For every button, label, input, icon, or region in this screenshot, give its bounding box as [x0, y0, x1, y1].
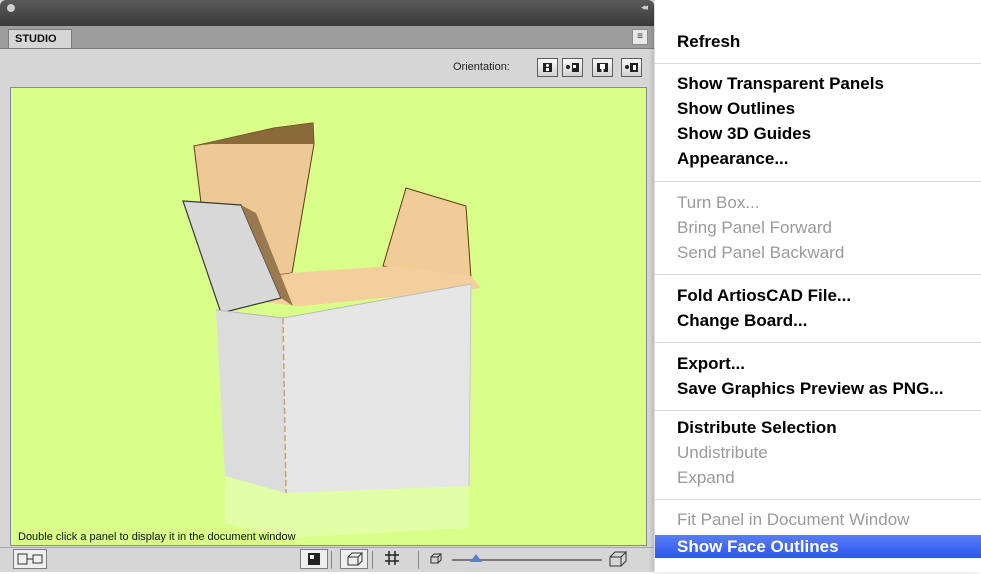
face-shade-icon[interactable] — [300, 549, 328, 569]
menu-item-send-panel-backward: Send Panel Backward — [677, 243, 845, 262]
menu-item-show-3d-guides[interactable]: Show 3D Guides — [677, 124, 811, 144]
menu-separator — [655, 342, 981, 343]
menu-item-undistribute: Undistribute — [677, 443, 768, 462]
menu-item-change-board[interactable]: Change Board... — [677, 311, 807, 331]
menu-separator — [655, 410, 981, 411]
box-small-icon[interactable] — [426, 549, 446, 569]
orientation-label: Orientation: — [453, 61, 510, 73]
grid-icon[interactable] — [380, 549, 406, 569]
panel-menu-icon[interactable]: ≡ — [632, 29, 648, 45]
menu-separator — [655, 181, 981, 182]
orientation-toolbar: Orientation: — [0, 49, 654, 87]
top-view-icon[interactable] — [592, 58, 613, 77]
tab-studio[interactable]: STUDIO — [8, 29, 72, 48]
menu-item-show-face-outlines[interactable]: Show Face Outlines — [655, 535, 981, 558]
menu-separator — [655, 274, 981, 275]
menu-separator — [655, 63, 981, 64]
studio-panel: ◂◂ STUDIO ≡ Orientation: Double click a … — [0, 0, 654, 572]
menu-separator — [655, 499, 981, 500]
menu-item-expand: Expand — [677, 468, 735, 487]
toolbar-divider — [372, 551, 373, 569]
menu-item-turn-box: Turn Box... — [677, 193, 760, 212]
menu-item-fit-panel-in-document-window: Fit Panel in Document Window — [677, 510, 910, 529]
zoom-slider-thumb[interactable] — [470, 554, 482, 562]
status-text: Double click a panel to display it in th… — [18, 531, 296, 543]
tab-row: STUDIO ≡ — [0, 26, 654, 49]
front-view-icon[interactable] — [537, 58, 558, 77]
box-wireframe-icon[interactable] — [340, 549, 368, 569]
menu-item-appearance[interactable]: Appearance... — [677, 149, 789, 169]
menu-item-export[interactable]: Export... — [677, 354, 745, 374]
menu-item-fold-artioscad-file[interactable]: Fold ArtiosCAD File... — [677, 286, 851, 306]
collapse-icon[interactable]: ◂◂ — [641, 2, 648, 13]
panel-bottom-toolbar — [0, 547, 654, 572]
menu-item-show-transparent-panels[interactable]: Show Transparent Panels — [677, 74, 884, 94]
panel-titlebar[interactable]: ◂◂ — [0, 0, 654, 26]
folded-box-render — [182, 122, 481, 538]
box-large-icon[interactable] — [606, 549, 630, 569]
panel-flatten-icon[interactable] — [13, 549, 47, 569]
side-view-icon[interactable] — [562, 58, 583, 77]
3d-viewport[interactable]: Double click a panel to display it in th… — [10, 87, 647, 546]
menu-item-show-outlines[interactable]: Show Outlines — [677, 99, 795, 119]
menu-item-save-graphics-preview[interactable]: Save Graphics Preview as PNG... — [677, 379, 943, 399]
menu-item-label: Show Face Outlines — [677, 537, 839, 556]
context-menu: Refresh Show Transparent Panels Show Out… — [655, 0, 981, 572]
toolbar-divider — [418, 551, 419, 569]
close-icon[interactable] — [7, 4, 15, 12]
back-view-icon[interactable] — [621, 58, 642, 77]
menu-item-refresh[interactable]: Refresh — [677, 32, 740, 52]
toolbar-divider — [331, 551, 332, 569]
menu-item-bring-panel-forward: Bring Panel Forward — [677, 218, 832, 237]
menu-item-distribute-selection[interactable]: Distribute Selection — [677, 418, 837, 438]
